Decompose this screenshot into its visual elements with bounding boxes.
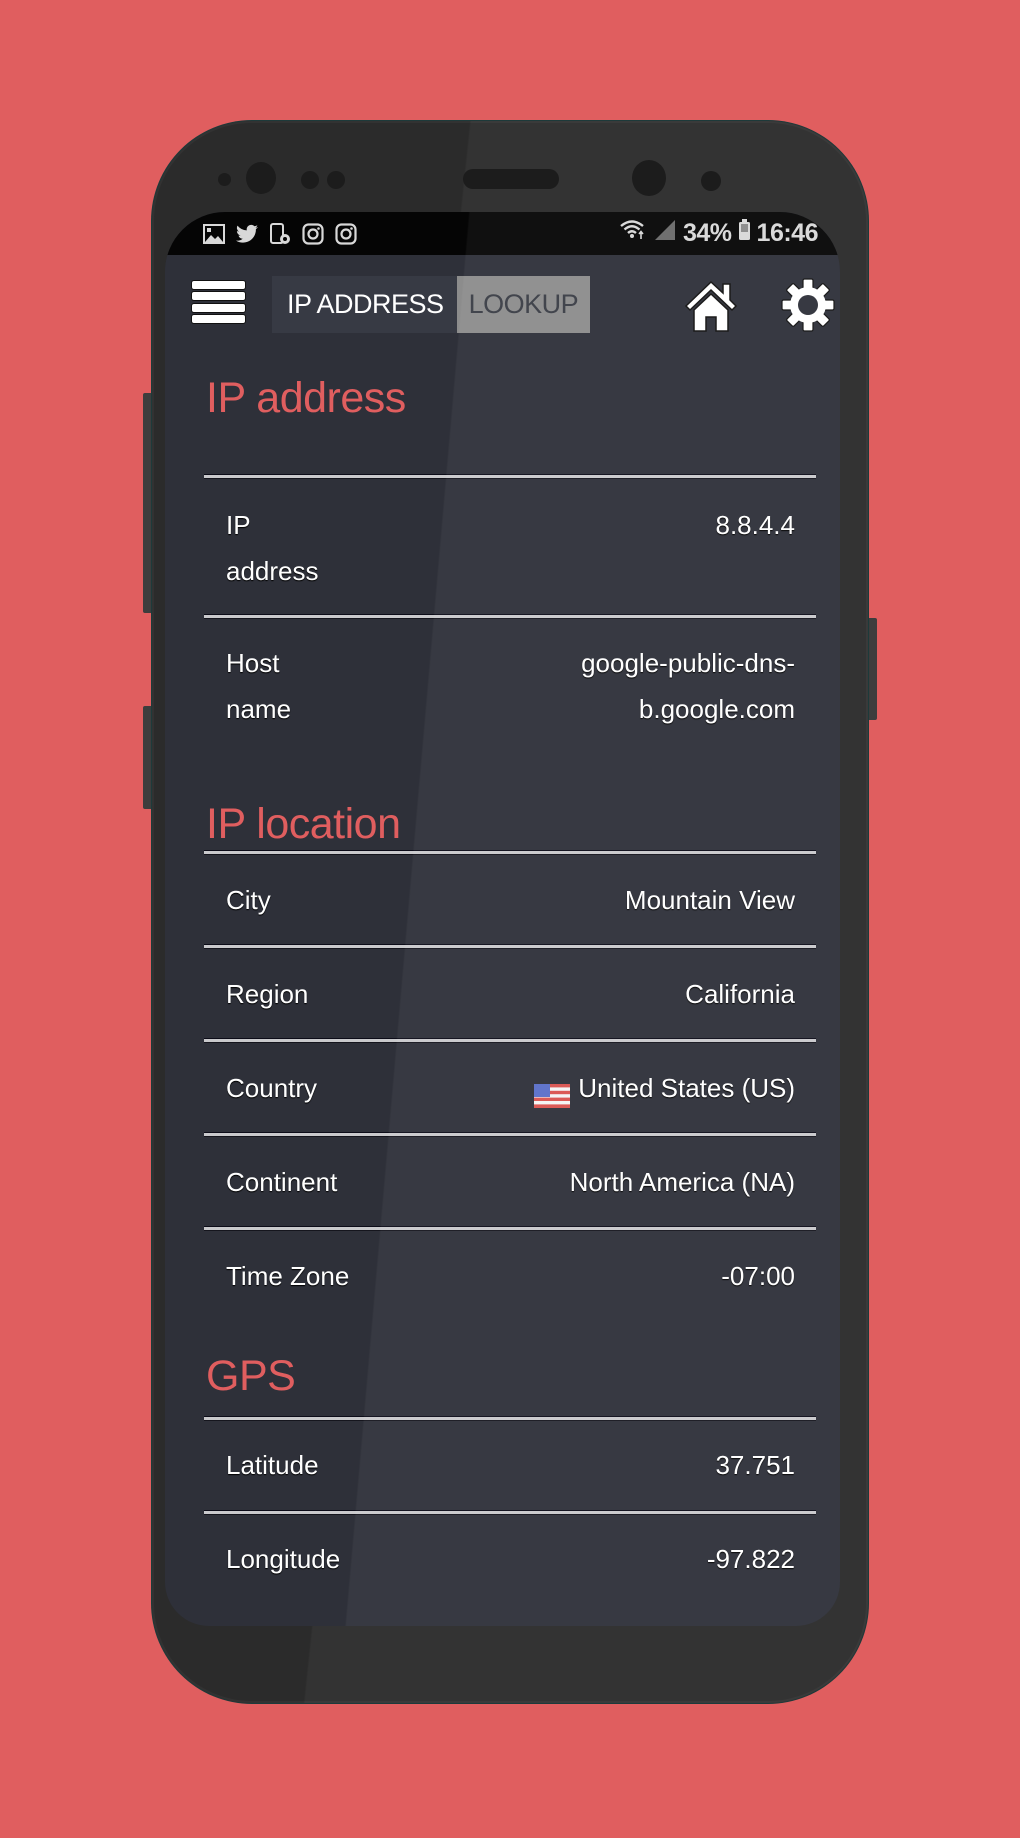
home-icon [684,280,738,332]
phone-lock-icon [268,222,292,245]
row-label-time-zone: Time Zone [226,1261,350,1291]
row-divider [204,1226,816,1231]
value-text: Mountain View [624,885,795,915]
twitter-icon [235,223,259,245]
section-divider [204,474,816,479]
row-value-region: California [685,971,795,1017]
app-title-main: IP ADDRESS [287,289,444,319]
status-bar: 34% 16:46 [165,212,840,255]
menu-bar [192,281,245,289]
clock: 16:46 [756,219,819,247]
menu-bar [192,314,245,323]
row-label-ip-address: IP address [226,502,319,594]
row-value-host-name: google-public-dns- b.google.com [581,640,795,732]
row-value-city: Mountain View [625,877,795,923]
row-label-country: Country [226,1073,318,1103]
sensor-dot [218,173,231,186]
earpiece-speaker [463,169,559,189]
app-toolbar: IP ADDRESS LOOKUP [165,255,840,352]
value-text: -97.822 [706,1544,795,1574]
notification-icons [202,222,358,245]
app-title: IP ADDRESS LOOKUP [272,276,591,333]
row-label-continent: Continent [226,1167,338,1197]
home-button[interactable] [682,277,740,333]
row-label-latitude: Latitude [226,1450,319,1480]
row-divider [204,1510,816,1515]
section-divider [204,1416,816,1421]
front-camera [632,160,666,196]
row-divider [204,614,816,619]
instagram-icon [301,222,325,245]
status-indicators: 34% 16:46 [619,219,819,248]
label-line: name [226,694,292,724]
gallery-icon [202,223,226,245]
row-value-continent: North America (NA) [570,1159,795,1205]
row-value-latitude: 37.751 [715,1442,795,1488]
signal-icon [653,219,677,248]
row-label-longitude: Longitude [226,1544,341,1574]
settings-button[interactable] [779,277,837,333]
value-text: North America (NA) [569,1167,795,1197]
phone-frame: 34% 16:46 IP ADDRESS LOOKUP IP address I… [152,121,868,1703]
value-line: google-public-dns- [581,648,795,678]
row-label-host-name: Host name [226,640,291,732]
row-divider [204,1038,816,1043]
instagram-icon [334,222,358,245]
battery-icon [738,219,751,248]
label-line: address [226,556,319,586]
app-title-badge: LOOKUP [456,276,591,333]
row-divider [204,944,816,949]
row-label-region: Region [226,979,309,1009]
section-title-ip-location: IP location [206,800,401,848]
value-text: -07:00 [721,1261,795,1291]
wifi-icon [619,219,647,248]
label-line: Host [226,648,280,678]
row-value-ip-address: 8.8.4.4 [715,502,795,548]
value-text: 8.8.4.4 [715,510,795,540]
row-value-country: United States (US) [534,1065,795,1111]
sensor-dot [301,171,319,189]
hamburger-menu-icon[interactable] [192,281,245,323]
app-screen: 34% 16:46 IP ADDRESS LOOKUP IP address I… [165,212,840,1626]
label-line: IP [226,510,251,540]
section-title-gps: GPS [206,1352,296,1400]
row-divider [204,1132,816,1137]
front-sensor [246,162,276,194]
battery-percent: 34% [683,219,732,247]
sensor-dot [327,171,345,189]
row-label-city: City [226,885,271,915]
section-divider [204,850,816,855]
sensor-dot [701,171,721,191]
us-flag-icon [534,1076,571,1108]
lookup-results: IP address IP address 8.8.4.4 Host name … [165,352,840,1626]
value-line: b.google.com [638,694,795,724]
value-text: United States (US) [578,1073,795,1103]
section-title-ip-address: IP address [206,374,406,422]
gear-icon [781,278,835,332]
menu-bar [192,292,245,301]
row-value-time-zone: -07:00 [721,1253,795,1299]
row-value-longitude: -97.822 [707,1536,795,1582]
value-text: California [685,979,795,1009]
menu-bar [192,303,245,312]
value-text: 37.751 [715,1450,795,1480]
